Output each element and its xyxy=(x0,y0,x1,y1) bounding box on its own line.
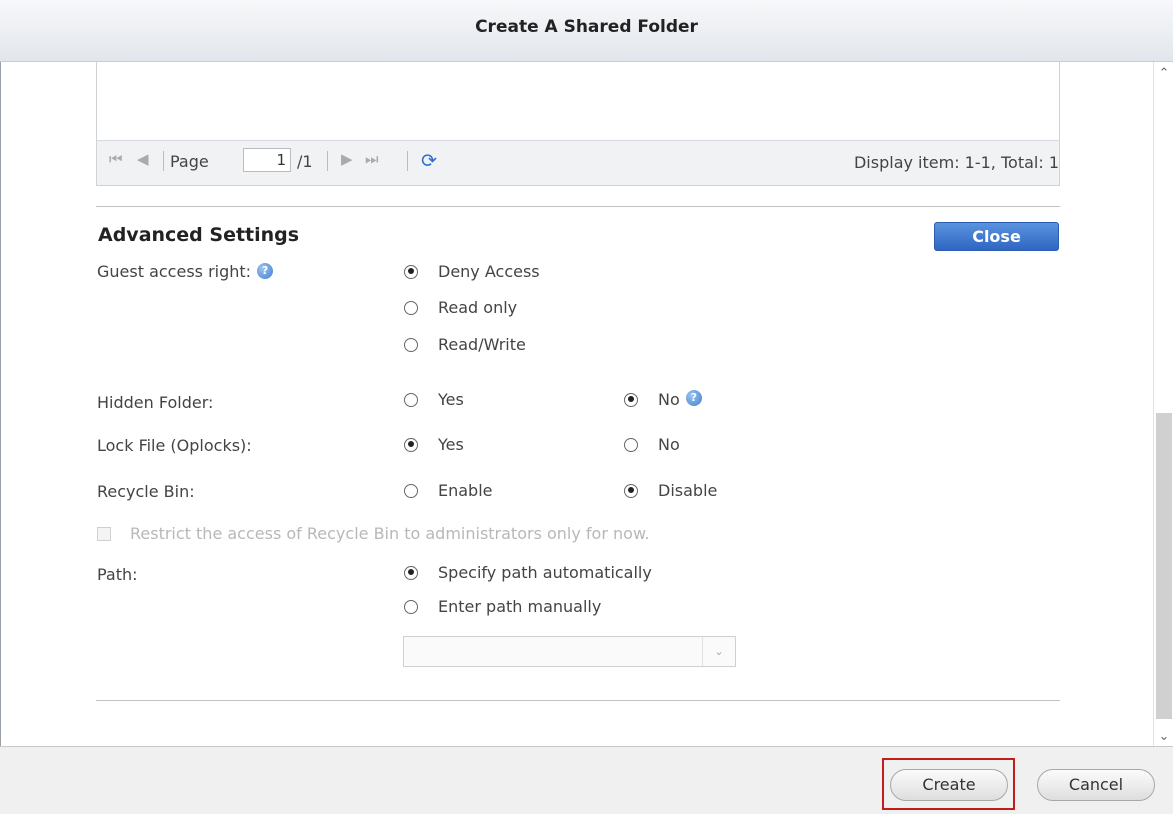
path-auto-radio[interactable]: Specify path automatically xyxy=(404,563,652,582)
grid-pager: ⏮ ◀ Page 1 /1 ▶ ⏭ ⟳ Display item: 1-1, T… xyxy=(97,140,1059,185)
radio-icon[interactable] xyxy=(404,599,418,614)
chevron-down-icon[interactable]: ⌄ xyxy=(702,637,735,666)
radio-selected-icon[interactable] xyxy=(404,437,418,452)
folder-grid: ⏮ ◀ Page 1 /1 ▶ ⏭ ⟳ Display item: 1-1, T… xyxy=(96,62,1060,186)
first-page-icon[interactable]: ⏮ xyxy=(109,150,123,168)
oplocks-yes-radio[interactable]: Yes xyxy=(404,435,464,454)
path-dropdown[interactable]: ⌄ xyxy=(403,636,736,667)
page-total: /1 xyxy=(297,152,313,171)
hidden-yes-label: Yes xyxy=(438,390,464,409)
guest-access-label: Guest access right:? xyxy=(97,262,274,281)
refresh-icon[interactable]: ⟳ xyxy=(421,150,437,172)
radio-selected-icon[interactable] xyxy=(624,392,638,407)
scroll-up-icon[interactable]: ⌃ xyxy=(1154,66,1173,81)
help-icon[interactable]: ? xyxy=(685,389,702,406)
oplocks-no-label: No xyxy=(658,435,680,454)
pager-separator xyxy=(163,151,164,171)
last-page-icon[interactable]: ⏭ xyxy=(365,150,379,168)
vertical-scrollbar[interactable]: ⌃ ⌄ xyxy=(1153,62,1173,746)
dialog-footer: Create Cancel xyxy=(0,746,1173,814)
path-manual-radio[interactable]: Enter path manually xyxy=(404,597,601,616)
guest-readwrite-radio[interactable]: Read/Write xyxy=(404,335,526,354)
radio-icon[interactable] xyxy=(404,483,418,498)
radio-icon[interactable] xyxy=(624,437,638,452)
cancel-button[interactable]: Cancel xyxy=(1037,769,1155,801)
recycle-disable-label: Disable xyxy=(658,481,718,500)
recycle-bin-label: Recycle Bin: xyxy=(97,482,195,501)
path-manual-label: Enter path manually xyxy=(438,597,602,616)
hidden-yes-radio[interactable]: Yes xyxy=(404,390,464,409)
create-button[interactable]: Create xyxy=(890,769,1008,801)
recycle-enable-radio[interactable]: Enable xyxy=(404,481,493,500)
section-divider xyxy=(96,700,1060,701)
radio-selected-icon[interactable] xyxy=(404,565,418,580)
advanced-settings-title: Advanced Settings xyxy=(98,224,300,246)
dialog-title: Create A Shared Folder xyxy=(475,17,698,37)
guest-readonly-label: Read only xyxy=(438,298,518,317)
pager-separator xyxy=(407,151,408,171)
path-auto-label: Specify path automatically xyxy=(438,563,652,582)
path-label: Path: xyxy=(97,565,138,584)
scrollbar-thumb[interactable] xyxy=(1156,413,1172,719)
radio-selected-icon[interactable] xyxy=(404,264,418,279)
display-info: Display item: 1-1, Total: 1 xyxy=(853,153,1059,172)
oplocks-label: Lock File (Oplocks): xyxy=(97,436,252,455)
radio-icon[interactable] xyxy=(404,300,418,315)
pager-separator xyxy=(327,151,328,171)
hidden-no-radio[interactable]: No? xyxy=(624,389,702,409)
guest-readwrite-label: Read/Write xyxy=(438,335,526,354)
oplocks-yes-label: Yes xyxy=(438,435,464,454)
next-page-icon[interactable]: ▶ xyxy=(341,150,353,168)
scroll-down-icon[interactable]: ⌄ xyxy=(1154,729,1173,744)
help-icon[interactable]: ? xyxy=(257,262,274,279)
radio-selected-icon[interactable] xyxy=(624,483,638,498)
oplocks-no-radio[interactable]: No xyxy=(624,435,680,454)
hidden-no-label: No xyxy=(658,390,680,409)
dialog-titlebar: Create A Shared Folder xyxy=(0,0,1173,62)
page-number-input[interactable]: 1 xyxy=(243,148,291,172)
checkbox-icon[interactable] xyxy=(97,526,111,541)
restrict-recycle-checkbox[interactable]: Restrict the access of Recycle Bin to ad… xyxy=(97,524,650,543)
restrict-recycle-label: Restrict the access of Recycle Bin to ad… xyxy=(130,524,650,543)
guest-deny-label: Deny Access xyxy=(438,262,540,281)
section-divider xyxy=(96,206,1060,207)
radio-icon[interactable] xyxy=(404,337,418,352)
hidden-folder-label: Hidden Folder: xyxy=(97,393,214,412)
radio-icon[interactable] xyxy=(404,392,418,407)
recycle-enable-label: Enable xyxy=(438,481,493,500)
guest-access-label-text: Guest access right: xyxy=(97,262,252,281)
recycle-disable-radio[interactable]: Disable xyxy=(624,481,717,500)
page-label: Page xyxy=(170,152,209,171)
guest-deny-radio[interactable]: Deny Access xyxy=(404,262,540,281)
prev-page-icon[interactable]: ◀ xyxy=(137,150,149,168)
guest-readonly-radio[interactable]: Read only xyxy=(404,298,517,317)
close-button[interactable]: Close xyxy=(934,222,1059,251)
